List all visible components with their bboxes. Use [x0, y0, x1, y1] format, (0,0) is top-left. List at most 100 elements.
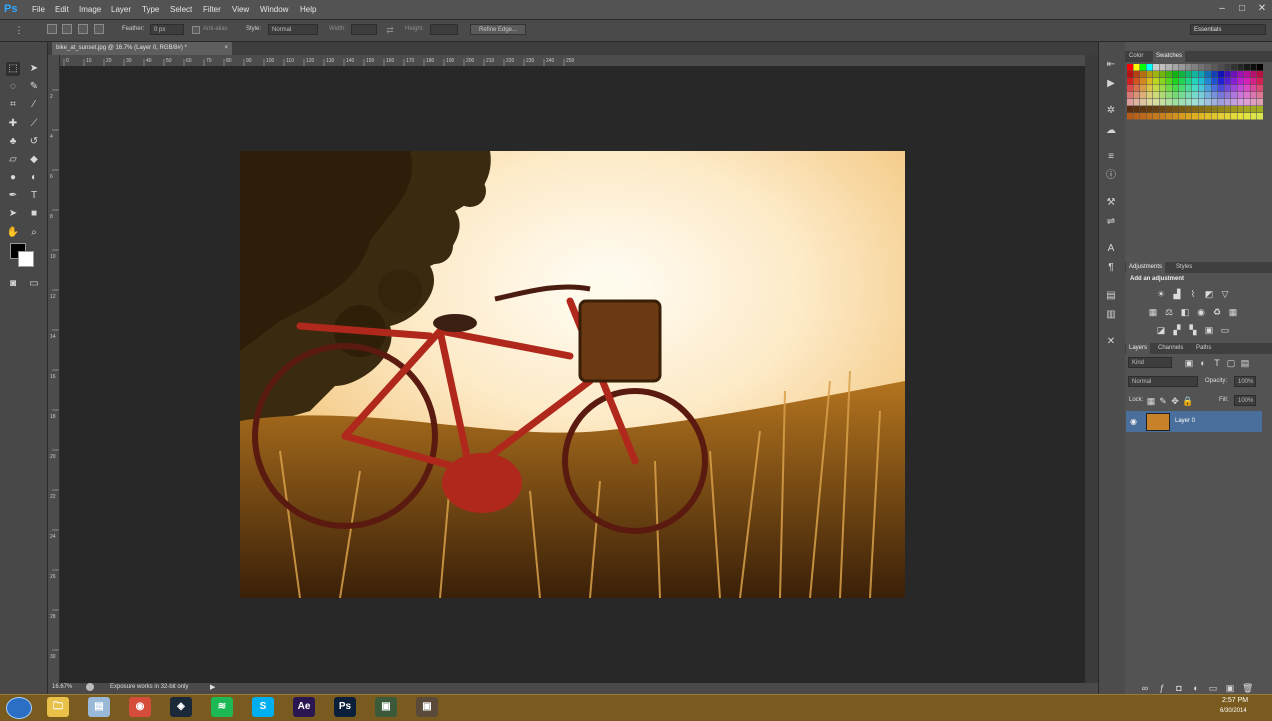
- lock-pixels-icon[interactable]: ✎: [1158, 396, 1168, 406]
- swatch[interactable]: [1198, 113, 1205, 120]
- swatch[interactable]: [1224, 78, 1231, 85]
- swatch[interactable]: [1237, 106, 1244, 113]
- swatch[interactable]: [1257, 64, 1263, 71]
- lock-transparent-icon[interactable]: ▦: [1146, 396, 1156, 406]
- brush-tool-icon[interactable]: ⟋: [27, 117, 41, 131]
- swatch[interactable]: [1179, 113, 1185, 120]
- subtract-selection-icon[interactable]: [78, 24, 88, 34]
- background-color-swatch[interactable]: [18, 251, 34, 267]
- brightness-adjustment-icon[interactable]: ☀: [1156, 289, 1166, 299]
- swatch[interactable]: [1257, 99, 1263, 106]
- swatch[interactable]: [1159, 113, 1166, 120]
- swatch[interactable]: [1133, 113, 1140, 120]
- swatch[interactable]: [1179, 92, 1185, 99]
- channel-mixer-icon[interactable]: ♻: [1212, 307, 1222, 317]
- swatch[interactable]: [1218, 106, 1224, 113]
- swatch[interactable]: [1146, 71, 1153, 78]
- tab-color[interactable]: Color: [1126, 51, 1146, 62]
- app-window-icon[interactable]: ▣: [375, 697, 397, 717]
- swatch[interactable]: [1172, 113, 1179, 120]
- swatch[interactable]: [1146, 113, 1153, 120]
- swatches-grid[interactable]: [1125, 62, 1265, 128]
- swatch[interactable]: [1146, 92, 1153, 99]
- dodge-tool-icon[interactable]: ◐: [27, 171, 41, 185]
- filter-adjustment-icon[interactable]: ◐: [1198, 358, 1208, 368]
- menu-layer[interactable]: Layer: [111, 0, 131, 19]
- swatch[interactable]: [1153, 71, 1159, 78]
- tab-layers[interactable]: Layers: [1126, 343, 1151, 354]
- swatch[interactable]: [1205, 92, 1211, 99]
- swatch[interactable]: [1257, 92, 1263, 99]
- posterize-icon[interactable]: ▞: [1172, 325, 1182, 335]
- swatch[interactable]: [1127, 99, 1133, 106]
- tab-swatches[interactable]: Swatches: [1153, 51, 1186, 62]
- swatch[interactable]: [1224, 113, 1231, 120]
- style-select[interactable]: Normal: [268, 24, 318, 35]
- swatch[interactable]: [1133, 71, 1140, 78]
- photo-filter-icon[interactable]: ◉: [1196, 307, 1206, 317]
- swatch[interactable]: [1205, 99, 1211, 106]
- swatch[interactable]: [1185, 85, 1192, 92]
- swatch[interactable]: [1237, 71, 1244, 78]
- healing-brush-tool-icon[interactable]: ✚: [6, 117, 20, 131]
- swatch[interactable]: [1244, 64, 1250, 71]
- swatch[interactable]: [1211, 106, 1218, 113]
- filter-shape-icon[interactable]: ▢: [1226, 358, 1236, 368]
- swatch[interactable]: [1153, 92, 1159, 99]
- swatch[interactable]: [1153, 99, 1159, 106]
- swatch[interactable]: [1146, 99, 1153, 106]
- swatch[interactable]: [1192, 85, 1198, 92]
- document-tab[interactable]: bike_at_sunset.jpg @ 16.7% (Layer 0, RGB…: [52, 42, 232, 55]
- swatch[interactable]: [1127, 113, 1133, 120]
- swatch[interactable]: [1172, 64, 1179, 71]
- info-panel-icon[interactable]: ⓘ: [1104, 169, 1118, 183]
- new-selection-icon[interactable]: [47, 24, 57, 34]
- swatch[interactable]: [1166, 106, 1172, 113]
- swatch[interactable]: [1179, 85, 1185, 92]
- lasso-tool-icon[interactable]: ◌: [6, 80, 20, 94]
- timeline-icon[interactable]: ▤: [1104, 289, 1118, 303]
- filter-smart-icon[interactable]: ▤: [1240, 358, 1250, 368]
- quick-selection-tool-icon[interactable]: ✎: [27, 80, 41, 94]
- swatch[interactable]: [1237, 85, 1244, 92]
- link-layers-icon[interactable]: ∞: [1140, 683, 1150, 693]
- swatch[interactable]: [1244, 71, 1250, 78]
- move-tool-icon[interactable]: ➤: [27, 62, 41, 76]
- swatch[interactable]: [1237, 92, 1244, 99]
- eraser-tool-icon[interactable]: ▱: [6, 153, 20, 167]
- swatch[interactable]: [1244, 106, 1250, 113]
- swatch[interactable]: [1218, 78, 1224, 85]
- swatch[interactable]: [1127, 64, 1133, 71]
- swatch[interactable]: [1257, 106, 1263, 113]
- swatch[interactable]: [1153, 85, 1159, 92]
- start-button-icon[interactable]: [6, 697, 32, 719]
- chrome-icon[interactable]: ◉: [129, 697, 151, 717]
- swatch[interactable]: [1205, 85, 1211, 92]
- swatch[interactable]: [1231, 85, 1237, 92]
- filter-pixel-icon[interactable]: ▣: [1184, 358, 1194, 368]
- after-effects-icon[interactable]: Ae: [293, 697, 315, 717]
- swatch[interactable]: [1211, 71, 1218, 78]
- swatch[interactable]: [1257, 85, 1263, 92]
- swatch[interactable]: [1244, 78, 1250, 85]
- swatch[interactable]: [1159, 92, 1166, 99]
- document-image[interactable]: [240, 151, 905, 598]
- swatch[interactable]: [1244, 92, 1250, 99]
- swatch[interactable]: [1185, 71, 1192, 78]
- tab-styles[interactable]: Styles: [1173, 262, 1195, 273]
- swatch[interactable]: [1166, 113, 1172, 120]
- layer-style-icon[interactable]: ƒ: [1157, 683, 1167, 693]
- swatch[interactable]: [1127, 71, 1133, 78]
- zoom-level[interactable]: 16.67%: [52, 684, 72, 690]
- clock-date[interactable]: 6/30/2014: [1220, 708, 1247, 714]
- menu-help[interactable]: Help: [300, 0, 316, 19]
- layer-mask-icon[interactable]: ◘: [1174, 683, 1184, 693]
- properties-panel-icon[interactable]: ≡: [1104, 150, 1118, 164]
- layer-comps-icon[interactable]: ⇌: [1104, 215, 1118, 229]
- notes-icon[interactable]: ▥: [1104, 308, 1118, 322]
- swatch[interactable]: [1140, 71, 1146, 78]
- refine-edge-button[interactable]: Refine Edge...: [470, 24, 526, 35]
- rectangular-marquee-tool-icon[interactable]: ⬚: [6, 62, 20, 76]
- layer-kind-filter[interactable]: Kind: [1128, 357, 1172, 368]
- swatch[interactable]: [1146, 64, 1153, 71]
